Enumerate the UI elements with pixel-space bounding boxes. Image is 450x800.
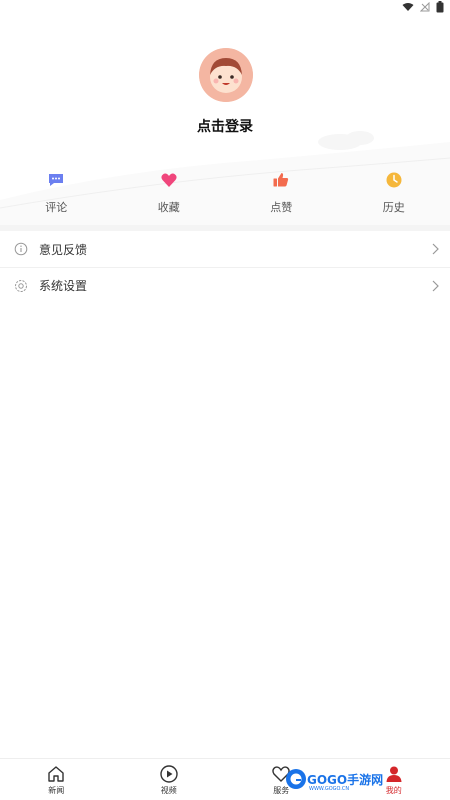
tab-label: 新闻 <box>48 785 65 795</box>
tab-video[interactable]: 视频 <box>113 759 226 800</box>
thumbs-up-icon <box>273 173 289 187</box>
chevron-right-icon <box>432 243 439 255</box>
home-icon <box>48 765 64 782</box>
gear-icon <box>15 279 27 292</box>
quick-action-favorite[interactable]: 收藏 <box>113 165 226 225</box>
menu-item-label: 意见反馈 <box>39 242 88 257</box>
menu-item-settings[interactable]: 系统设置 <box>0 267 450 303</box>
battery-icon <box>436 1 444 13</box>
menu-item-feedback[interactable]: 意见反馈 <box>0 231 450 267</box>
info-icon <box>14 242 28 256</box>
chevron-right-icon <box>432 280 439 292</box>
settings-menu: 意见反馈 系统设置 <box>0 231 450 303</box>
quick-action-label: 收藏 <box>157 201 180 214</box>
watermark-url: WWW.GOGO.CN <box>309 786 350 792</box>
clock-icon <box>386 172 402 188</box>
quick-action-like[interactable]: 点赞 <box>225 165 338 225</box>
menu-item-label: 系统设置 <box>39 279 88 293</box>
quick-action-label: 历史 <box>382 201 405 214</box>
wifi-icon <box>402 3 414 11</box>
user-icon <box>386 766 402 782</box>
tab-news[interactable]: 新闻 <box>0 759 113 800</box>
comment-icon <box>49 174 64 186</box>
tab-label: 视频 <box>160 785 177 795</box>
quick-action-history[interactable]: 历史 <box>338 165 450 225</box>
watermark: GOGO手游网 WWW.GOGO.CN <box>285 768 384 792</box>
no-signal-icon <box>420 2 430 12</box>
quick-action-label: 评论 <box>45 201 68 214</box>
watermark-text: GOGO手游网 <box>307 772 384 787</box>
watermark-logo-icon <box>286 769 306 789</box>
heart-icon <box>161 173 177 187</box>
tab-label: 我的 <box>385 785 402 795</box>
play-icon <box>160 764 178 783</box>
avatar-icon <box>199 48 253 102</box>
quick-action-comment[interactable]: 评论 <box>0 165 113 225</box>
avatar[interactable] <box>199 48 253 102</box>
status-bar <box>0 0 450 16</box>
quick-actions: 评论 收藏 点赞 历史 <box>0 165 450 225</box>
quick-action-label: 点赞 <box>270 201 293 214</box>
